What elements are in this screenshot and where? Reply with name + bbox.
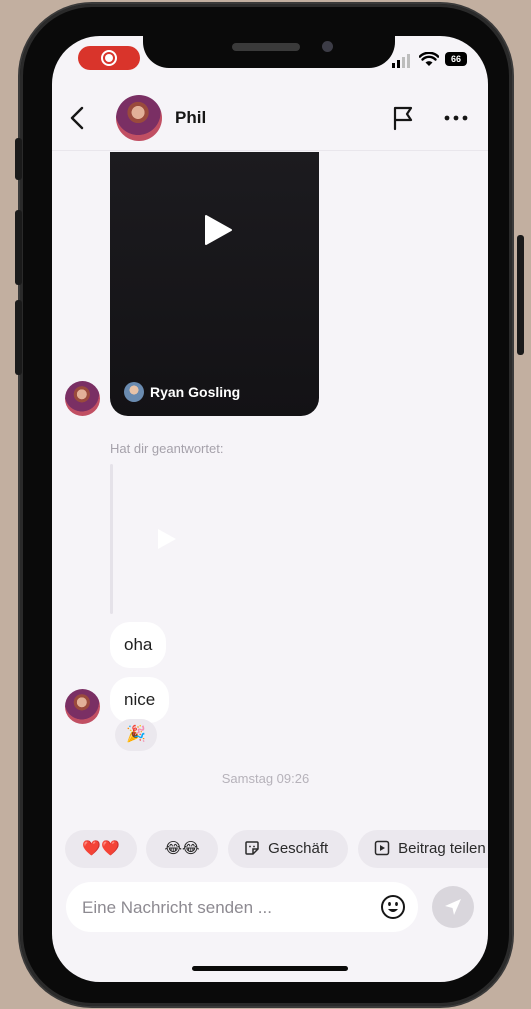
screen-recording-indicator[interactable] — [78, 46, 140, 70]
contact-name[interactable]: Phil — [175, 108, 206, 128]
report-flag-icon[interactable] — [390, 104, 418, 132]
signal-bar-icon — [392, 63, 395, 68]
battery-indicator: 66 — [445, 52, 467, 66]
message-timestamp: Samstag 09:26 — [221, 771, 310, 786]
message-reaction[interactable]: 🎉 — [115, 719, 157, 751]
sender-avatar[interactable] — [65, 381, 100, 416]
quick-reply-label: Geschäft — [268, 840, 329, 857]
volume-down-button — [15, 300, 22, 375]
signal-bar-icon — [407, 54, 410, 68]
message-input[interactable] — [80, 882, 374, 934]
more-options-icon[interactable] — [442, 104, 470, 132]
record-dot-icon — [105, 54, 113, 62]
reply-quote-line — [110, 464, 113, 614]
signal-bar-icon — [402, 57, 405, 68]
reply-label: Hat dir geantwortet: — [110, 441, 224, 456]
quick-reply-hearts[interactable]: ❤️❤️ — [65, 830, 137, 868]
message-bubble[interactable]: oha — [110, 622, 167, 668]
mute-switch — [15, 138, 22, 180]
quick-reply-label: ❤️❤️ — [82, 840, 120, 857]
quick-reply-laughing[interactable]: 😂😂 — [146, 830, 218, 868]
quick-reply-business[interactable]: Geschäft — [228, 830, 348, 868]
video-author-avatar — [124, 382, 144, 402]
front-camera — [322, 41, 333, 52]
home-indicator[interactable] — [192, 966, 348, 971]
play-square-icon — [374, 840, 390, 855]
message-bubble[interactable]: nice — [110, 677, 170, 723]
quick-reply-label: 😂😂 — [164, 840, 200, 857]
wifi-icon — [419, 52, 439, 66]
quick-reply-label: Beitrag teilen — [398, 840, 486, 857]
header-divider — [52, 150, 488, 151]
message-composer — [66, 882, 418, 934]
play-icon[interactable] — [203, 214, 233, 246]
contact-avatar[interactable] — [116, 95, 162, 141]
quoted-video-play-icon[interactable] — [156, 527, 178, 551]
speaker — [232, 43, 300, 51]
status-icons: 66 — [392, 52, 472, 68]
quick-reply-bar: ❤️❤️ 😂😂 Geschäft Beitrag teilen — [52, 826, 488, 874]
quick-reply-share-post[interactable]: Beitrag teilen — [358, 830, 488, 868]
volume-up-button — [15, 210, 22, 285]
power-button — [517, 235, 524, 355]
shared-video-card[interactable] — [110, 152, 319, 416]
sticker-icon — [245, 840, 259, 855]
video-author-name[interactable]: Ryan Gosling — [150, 384, 240, 400]
signal-bar-icon — [397, 60, 400, 68]
back-button[interactable] — [64, 104, 92, 132]
send-button[interactable] — [432, 886, 474, 928]
sender-avatar[interactable] — [65, 689, 100, 724]
send-arrow-icon — [445, 899, 461, 915]
emoji-icon[interactable] — [380, 894, 406, 920]
